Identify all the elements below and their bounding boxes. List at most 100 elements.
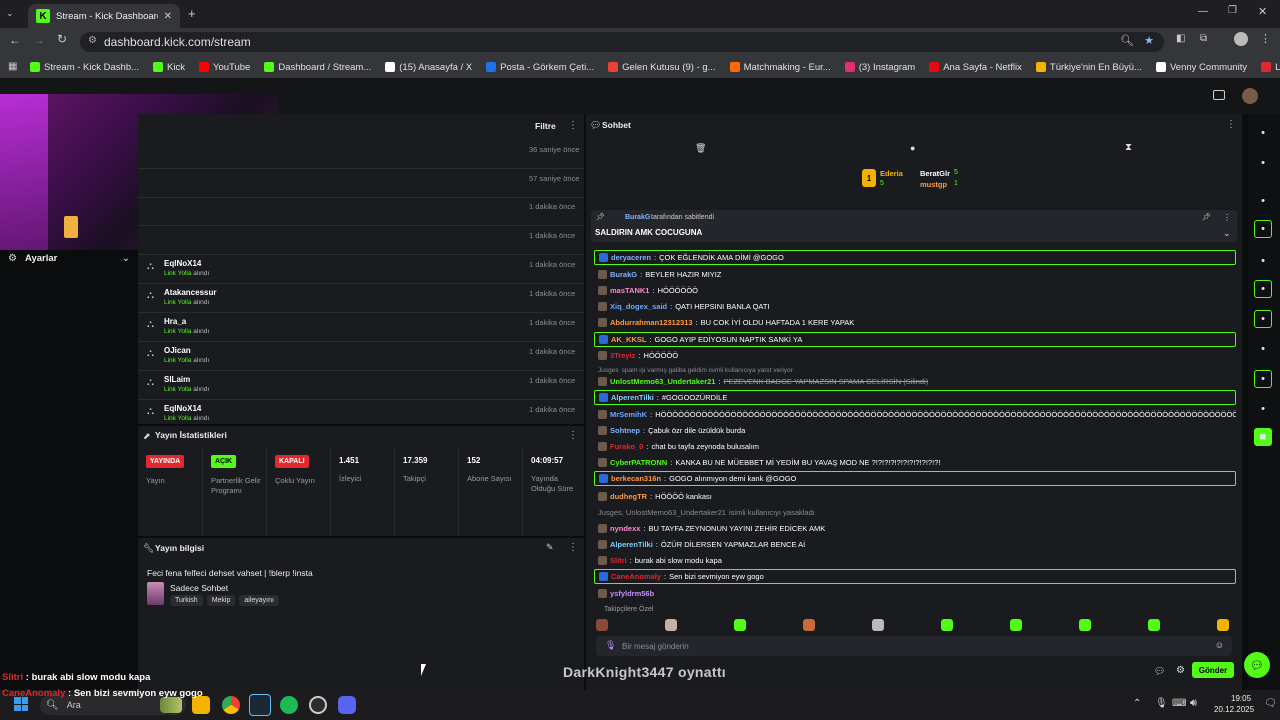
chat-menu-icon[interactable]: ⋮ (1226, 119, 1236, 130)
emote-icon[interactable] (596, 619, 608, 631)
tray-chevron-icon[interactable]: ⌃ (1133, 698, 1141, 709)
chat-username[interactable]: Sohtnep (610, 426, 640, 435)
user-avatar[interactable] (1242, 88, 1258, 104)
emote-icon[interactable] (803, 619, 815, 631)
bolt-icon[interactable]: • (1254, 220, 1272, 238)
unpin-icon[interactable]: 📌︎ (1202, 213, 1211, 221)
notification-center-icon[interactable]: 🗨︎ (1264, 698, 1277, 709)
bookmark-item[interactable]: Stream - Kick Dashb... (30, 62, 139, 73)
target-icon[interactable]: • (1254, 192, 1272, 210)
bookmark-item[interactable]: Kick (153, 62, 185, 73)
bookmark-item[interactable]: Posta - Görkem Çeti... (486, 62, 594, 73)
activity-username[interactable]: SlLaim (164, 375, 190, 384)
bookmark-item[interactable]: Ana Sayfa - Netflix (929, 62, 1022, 73)
emote-icon[interactable] (1148, 619, 1160, 631)
emote-icon[interactable] (1079, 619, 1091, 631)
obs-icon[interactable] (309, 696, 327, 714)
chat-username[interactable]: masTANK1 (610, 286, 649, 295)
hourglass-icon[interactable]: ⧗ (1125, 142, 1132, 153)
chat-username[interactable]: AlperenTilki (611, 393, 654, 402)
pinned-menu-icon[interactable]: ⋮ (1223, 213, 1231, 222)
stats-menu-icon[interactable]: ⋮ (568, 430, 578, 441)
network-icon[interactable]: ⌨ (1172, 698, 1186, 709)
chat-username[interactable]: berkecan316n (611, 474, 661, 483)
activity-username[interactable]: EqlNoX14 (164, 404, 201, 413)
bookmark-item[interactable]: Gelen Kutusu (9) - g... (608, 62, 716, 73)
broadcast-icon[interactable]: • (1254, 310, 1272, 328)
bookmark-item[interactable]: YouTube (198, 62, 250, 73)
chat-username[interactable]: Xiq_dogex_said (610, 302, 667, 311)
bookmark-item[interactable]: Venny Community (1156, 62, 1247, 73)
trash-icon[interactable]: 🗑︎ (695, 143, 706, 154)
chat-username[interactable]: AK_KKSL (611, 335, 646, 344)
activity-menu-icon[interactable]: ⋮ (568, 120, 578, 131)
browser-tab-active[interactable]: K Stream - Kick Dashboard ✕ (28, 4, 180, 28)
mic-tray-icon[interactable]: 🎙︎ (1155, 698, 1168, 709)
emote-icon[interactable] (941, 619, 953, 631)
chat-settings-icon[interactable]: 💬︎ (1154, 666, 1165, 677)
bookmark-star-icon[interactable]: ★ (1144, 34, 1154, 47)
zoom-icon[interactable]: 🔍︎ (1120, 34, 1134, 47)
chat-gear-icon[interactable]: ⚙ (1176, 665, 1185, 676)
wrench-rail-icon[interactable]: • (1254, 370, 1272, 388)
chat-username[interactable]: UnlostMemo63_Undertaker21 (610, 377, 715, 386)
steam-icon[interactable] (249, 694, 271, 716)
activity-username[interactable]: Hra_a (164, 317, 186, 326)
address-bar[interactable]: ⚙ dashboard.kick.com/stream 🔍︎ ★ (80, 32, 1164, 52)
edit-pencil-icon[interactable]: ✎ (546, 542, 554, 553)
chat-username[interactable]: BurakG (610, 270, 637, 279)
settings-nav-item[interactable]: ⚙ Ayarlar ⌄ (8, 250, 130, 266)
volume-icon[interactable]: 🔊︎ (1190, 697, 1197, 710)
chrome-icon[interactable] (222, 696, 240, 714)
send-button[interactable]: Gönder (1192, 662, 1234, 678)
pen-icon[interactable]: • (1254, 154, 1272, 172)
chat-username[interactable]: AlperenTilki (610, 540, 653, 549)
chat-username[interactable]: 3Treyiz (610, 351, 635, 360)
share-icon[interactable]: • (1254, 400, 1272, 418)
stream-tag[interactable]: Mekip (206, 595, 236, 606)
profile-avatar[interactable] (1234, 32, 1248, 46)
chat-fab-button[interactable]: 💬︎ (1244, 652, 1270, 678)
discord-icon[interactable] (338, 696, 356, 714)
stream-tag[interactable]: aileyayını (239, 595, 279, 606)
tab-list-icon[interactable]: ⌄ (6, 8, 20, 20)
chat-username[interactable]: Slitri (610, 556, 627, 565)
bookmark-item[interactable]: Türkiye'nin En Büyü... (1035, 62, 1142, 73)
bookmark-item[interactable]: Dashboard / Stream... (264, 62, 371, 73)
news-widget-icon[interactable] (160, 697, 182, 713)
emote-icon[interactable] (734, 619, 746, 631)
chat-username[interactable]: Abdurrahman12312313 (610, 318, 693, 327)
emoji-icon[interactable]: ☺ (1215, 640, 1224, 650)
chat-username[interactable]: nyndexx (610, 524, 640, 533)
maximize-icon[interactable]: ❐ (1228, 5, 1237, 16)
back-icon[interactable]: ← (9, 33, 21, 47)
apps-grid-icon[interactable]: ▦ (8, 61, 17, 72)
bookmark-item[interactable]: Lifeinvader - VennyV (1261, 62, 1280, 73)
extension-icon[interactable]: ◧ (1176, 33, 1185, 44)
bookmark-item[interactable]: (3) Instagram (844, 62, 915, 73)
category-name[interactable]: Sadece Sohbet (170, 583, 228, 593)
bookmark-item[interactable]: Matchmaking - Eur... (729, 62, 831, 73)
chat-username[interactable]: CyberPATRONN (610, 458, 667, 467)
info-menu-icon[interactable]: ⋮ (568, 542, 578, 553)
taskbar-time[interactable]: 19:05 (1231, 694, 1251, 703)
chat-username[interactable]: ysfyldrm56b (610, 589, 654, 598)
notifications-icon[interactable] (1213, 90, 1225, 100)
extensions-puzzle-icon[interactable]: ⧉ (1200, 33, 1207, 44)
window-close-icon[interactable]: ✕ (1258, 5, 1267, 18)
minimize-icon[interactable]: — (1198, 6, 1208, 17)
emote-icon[interactable] (665, 619, 677, 631)
chat-username[interactable]: Jusges, UnlostMemo63_Undertaker21 (598, 508, 726, 517)
chat-username[interactable]: deryaceren (611, 253, 651, 262)
browser-menu-icon[interactable]: ⋮ (1260, 32, 1271, 45)
document-icon[interactable]: • (1254, 252, 1272, 270)
stream-tag[interactable]: Turkish (170, 595, 203, 606)
emote-icon[interactable] (1217, 619, 1229, 631)
close-tab-icon[interactable]: ✕ (164, 11, 172, 22)
new-tab-button[interactable]: + (188, 6, 196, 21)
site-info-icon[interactable]: ⚙ (88, 35, 97, 46)
taskbar-date[interactable]: 20.12.2025 (1214, 705, 1254, 714)
chat-username[interactable]: dudhegTR (610, 492, 647, 501)
chat-username[interactable]: MrSemihK (610, 410, 647, 419)
chat-username[interactable]: CaneAnomaly (611, 572, 661, 581)
